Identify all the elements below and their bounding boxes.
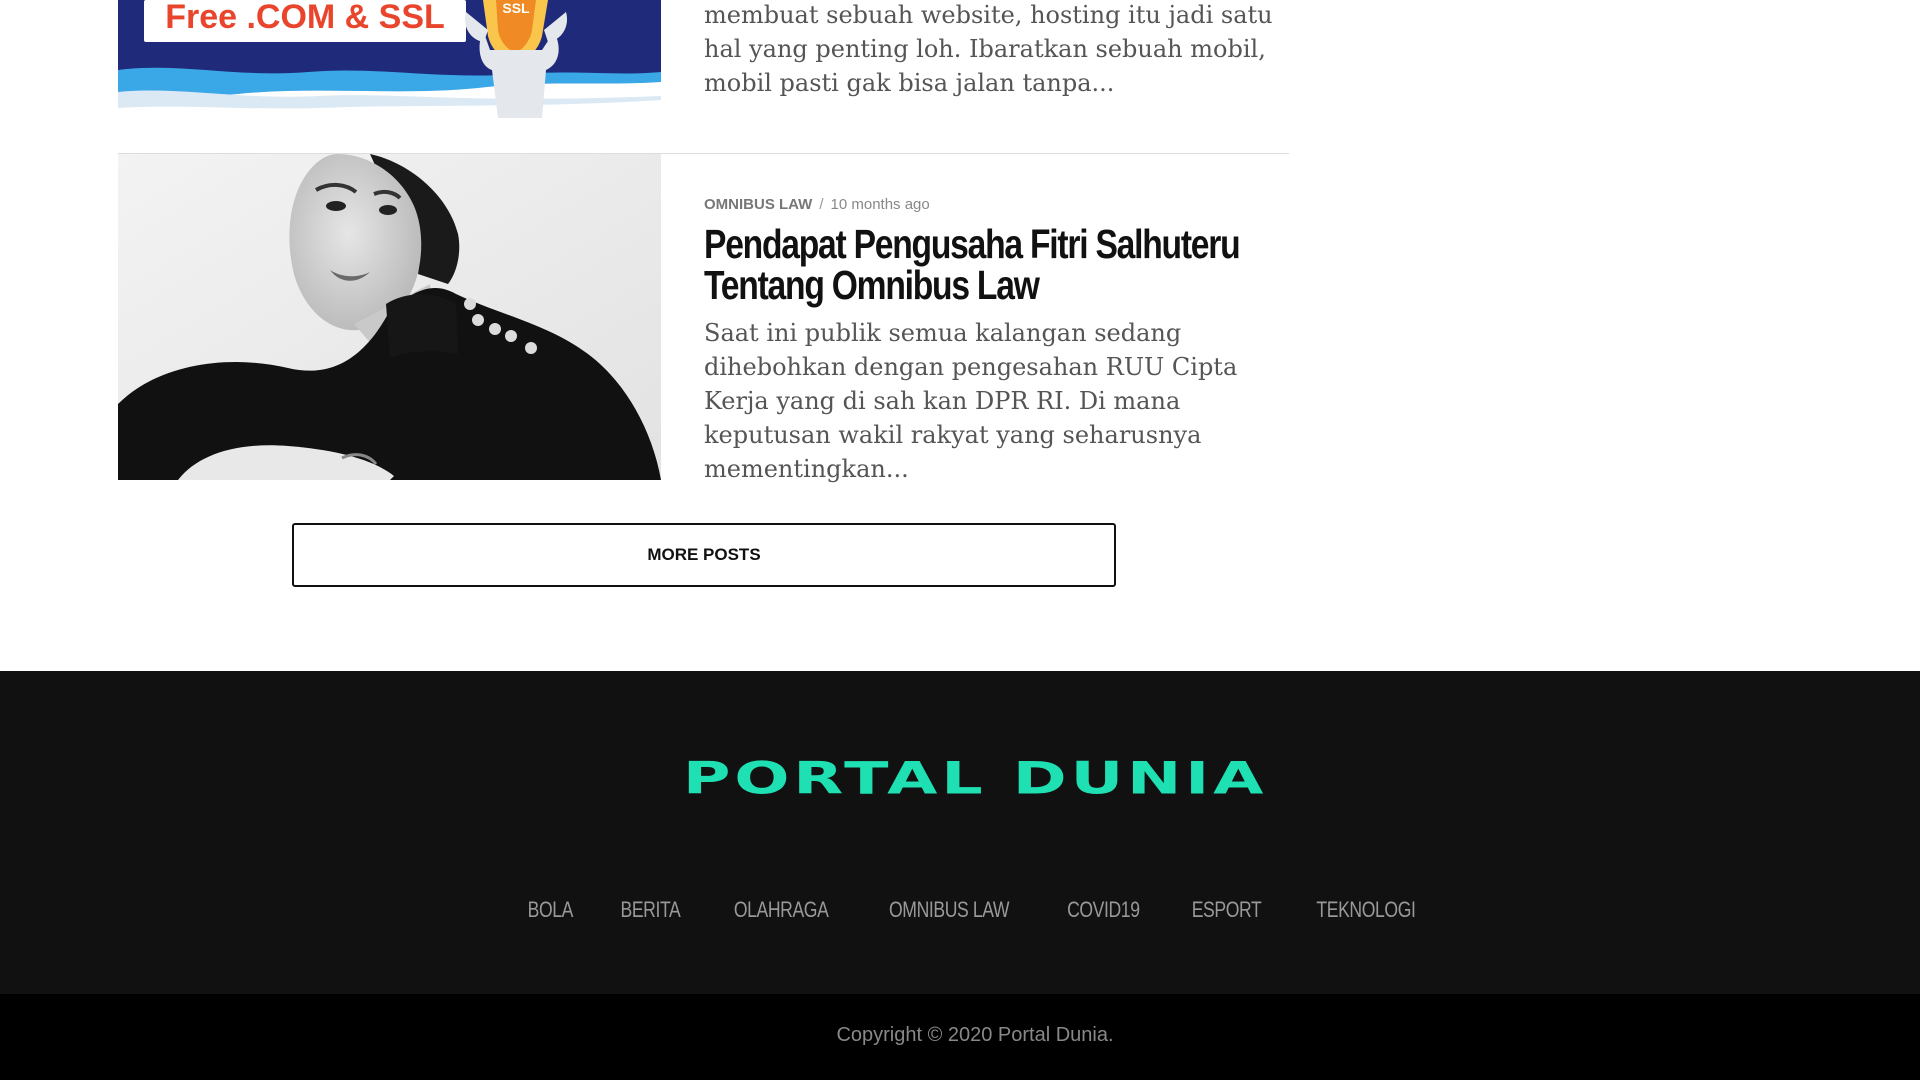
footer-nav: BOLA BERITA OLAHRAGA OMNIBUS LAW COVID19…	[0, 897, 1920, 923]
post-text: membuat sebuah website, hosting itu jadi…	[704, 0, 1289, 100]
post-card: OMNIBUS LAW/10 months ago Pendapat Pengu…	[118, 154, 1289, 483]
promo-image-text: Free .COM & SSL	[165, 0, 445, 36]
post-excerpt: membuat sebuah website, hosting itu jadi…	[704, 1, 1273, 97]
site-footer: PORTAL DUNIA BOLA BERITA OLAHRAGA OMNIBU…	[0, 671, 1920, 994]
footer-nav-bola[interactable]: BOLA	[528, 897, 574, 923]
copyright-text: Copyright © 2020 Portal Dunia.	[836, 1024, 1114, 1046]
post-title-link[interactable]: Pendapat Pengusaha Fitri Salhuteru Tenta…	[704, 224, 1294, 306]
post-thumbnail-hosting-promo[interactable]: Free .COM & SSL SSL	[118, 0, 661, 118]
post-category-link[interactable]: OMNIBUS LAW	[704, 196, 812, 213]
copyright-bar: Copyright © 2020 Portal Dunia.	[0, 994, 1920, 1080]
post-meta: OMNIBUS LAW / 10 months ago	[704, 196, 930, 213]
footer-nav-esport[interactable]: ESPORT	[1192, 897, 1262, 923]
post-time: 10 months ago	[830, 196, 930, 213]
footer-nav-berita[interactable]: BERITA	[620, 897, 680, 923]
main-content: Free .COM & SSL SSL membuat sebuah websi…	[0, 0, 1920, 671]
ssl-badge-text: SSL	[502, 0, 530, 16]
footer-nav-teknologi[interactable]: TEKNOLOGI	[1316, 897, 1415, 923]
footer-nav-covid19[interactable]: COVID19	[1067, 897, 1140, 923]
more-posts-button[interactable]: MORE POSTS	[292, 523, 1116, 587]
post-thumbnail-portrait[interactable]	[118, 154, 661, 480]
post-excerpt: Saat ini publik semua kalangan sedang di…	[704, 319, 1238, 483]
footer-logo[interactable]: PORTAL DUNIA	[0, 754, 1920, 805]
meta-separator: /	[819, 196, 824, 213]
footer-nav-omnibus-law[interactable]: OMNIBUS LAW	[889, 897, 1010, 923]
post-card: Free .COM & SSL SSL membuat sebuah websi…	[118, 0, 1289, 154]
footer-nav-olahraga[interactable]: OLAHRAGA	[734, 897, 829, 923]
